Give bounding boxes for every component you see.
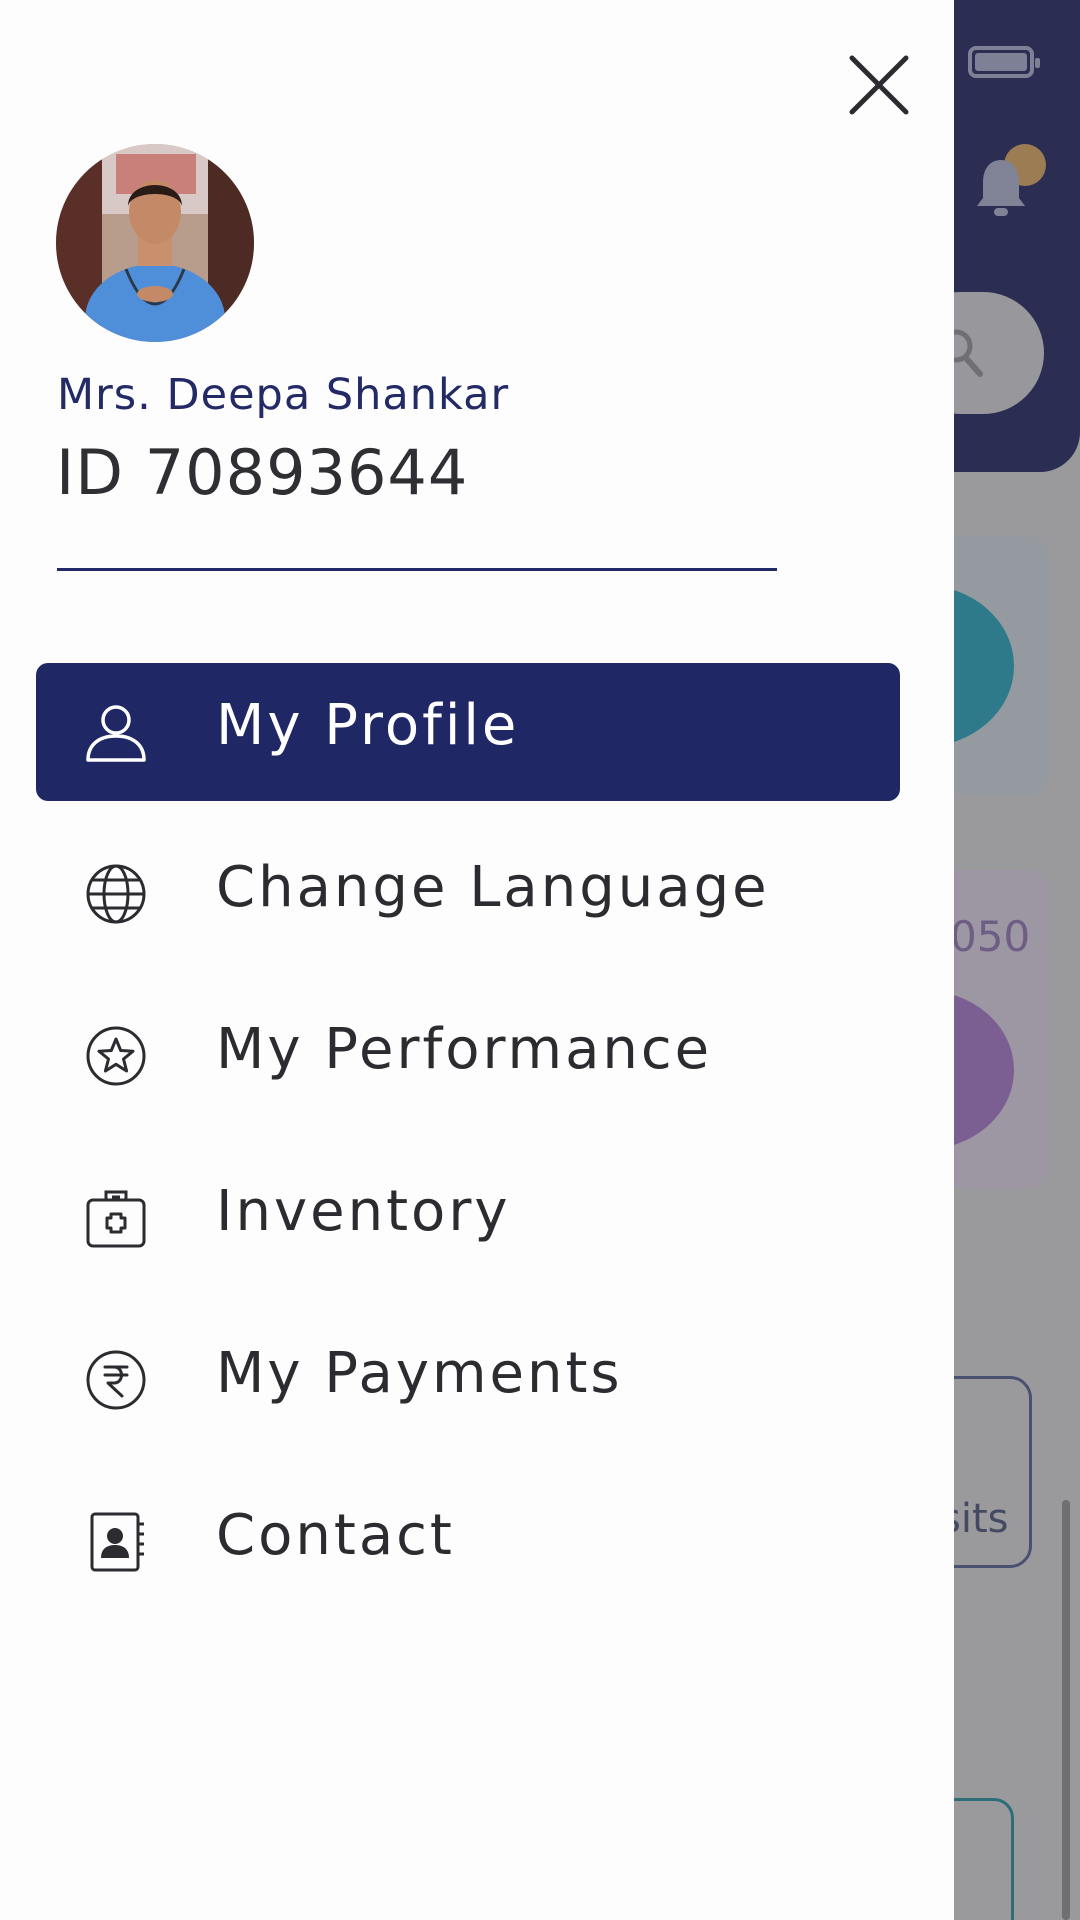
avatar-photo (56, 144, 254, 342)
close-icon[interactable] (846, 52, 912, 118)
menu-item-label: Contact (216, 1503, 455, 1568)
menu-item-contact[interactable]: Contact (36, 1473, 900, 1611)
medical-kit-icon (86, 1190, 146, 1248)
background-number: 050 (950, 912, 1031, 961)
user-icon (86, 705, 146, 762)
menu-item-inventory[interactable]: Inventory (36, 1149, 900, 1287)
contact-book-icon (90, 1512, 144, 1572)
navigation-drawer: Mrs. Deepa Shankar ID 70893644 My Profil… (0, 0, 954, 1920)
menu-item-change-language[interactable]: Change Language (36, 825, 900, 963)
star-badge-icon (86, 1026, 146, 1086)
menu-item-label: My Profile (216, 693, 520, 758)
user-name: Mrs. Deepa Shankar (57, 370, 510, 420)
menu-item-my-payments[interactable]: My Payments (36, 1311, 900, 1449)
avatar[interactable] (56, 144, 254, 342)
menu-item-label: My Performance (216, 1017, 713, 1082)
menu-item-label: Inventory (216, 1179, 511, 1244)
battery-icon (968, 46, 1040, 78)
bell-icon (977, 160, 1025, 216)
menu-item-my-profile[interactable]: My Profile (36, 663, 900, 801)
globe-icon (86, 864, 146, 924)
user-id: ID 70893644 (56, 436, 469, 509)
scrollbar (1062, 1500, 1070, 1920)
divider (57, 568, 777, 571)
rupee-icon (86, 1350, 146, 1410)
menu-item-my-performance[interactable]: My Performance (36, 987, 900, 1125)
menu-item-label: My Payments (216, 1341, 623, 1406)
drawer-menu: My Profile Change Language My Performanc… (36, 663, 900, 1635)
menu-item-label: Change Language (216, 855, 770, 920)
